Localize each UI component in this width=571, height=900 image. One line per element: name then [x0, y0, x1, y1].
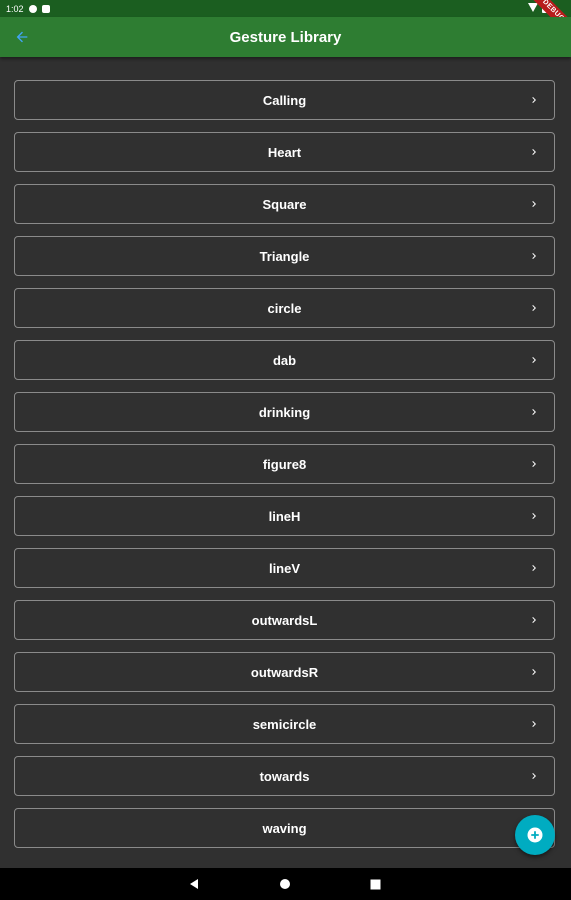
- gesture-item-label: drinking: [258, 404, 311, 420]
- chevron-right-icon: [532, 721, 536, 727]
- chevron-right-icon: [532, 201, 536, 207]
- chevron-right-icon: [532, 357, 536, 363]
- gesture-item-label: Heart: [267, 144, 302, 160]
- status-time: 1:02: [6, 3, 24, 14]
- nav-back-button[interactable]: [186, 876, 202, 892]
- wifi-icon: [528, 3, 538, 12]
- chevron-right-icon: [532, 409, 536, 415]
- nav-home-button[interactable]: [277, 876, 293, 892]
- gesture-item-heart[interactable]: Heart: [14, 132, 555, 172]
- gesture-item-outwardsl[interactable]: outwardsL: [14, 600, 555, 640]
- chevron-right-icon: [532, 617, 536, 623]
- nav-recents-icon: [370, 879, 380, 889]
- back-button[interactable]: [8, 23, 36, 51]
- gesture-item-label: lineH: [268, 508, 301, 524]
- chevron-right-icon: [532, 565, 536, 571]
- gesture-item-label: towards: [259, 768, 310, 784]
- chevron-right-icon: [532, 253, 536, 259]
- nav-recents-button[interactable]: [367, 876, 383, 892]
- app-bar: Gesture Library: [0, 17, 571, 57]
- gesture-item-label: Calling: [262, 92, 307, 108]
- gesture-item-triangle[interactable]: Triangle: [14, 236, 555, 276]
- add-gesture-fab[interactable]: [515, 815, 555, 855]
- gesture-item-label: lineV: [268, 560, 301, 576]
- notification-icon: [28, 4, 37, 13]
- gesture-item-outwardsr[interactable]: outwardsR: [14, 652, 555, 692]
- nav-back-icon: [190, 879, 198, 889]
- gesture-item-square[interactable]: Square: [14, 184, 555, 224]
- gesture-item-label: dab: [272, 352, 297, 368]
- chevron-right-icon: [532, 513, 536, 519]
- nav-home-icon: [280, 879, 290, 889]
- system-nav-bar: [0, 868, 571, 900]
- gesture-item-dab[interactable]: dab: [14, 340, 555, 380]
- gesture-item-label: Triangle: [259, 248, 310, 264]
- gesture-item-label: waving: [262, 820, 307, 836]
- arrow-back-icon: [16, 31, 28, 43]
- gesture-item-semicircle[interactable]: semicircle: [14, 704, 555, 744]
- chevron-right-icon: [532, 669, 536, 675]
- chevron-right-icon: [532, 461, 536, 467]
- chevron-right-icon: [532, 149, 536, 155]
- gesture-item-towards[interactable]: towards: [14, 756, 555, 796]
- gesture-item-drinking[interactable]: drinking: [14, 392, 555, 432]
- gesture-item-label: figure8: [262, 456, 307, 472]
- gesture-item-calling[interactable]: Calling: [14, 80, 555, 120]
- add-circle-icon: [527, 827, 543, 843]
- gesture-item-waving[interactable]: waving: [14, 808, 555, 848]
- gesture-item-circle[interactable]: circle: [14, 288, 555, 328]
- gesture-item-lineh[interactable]: lineH: [14, 496, 555, 536]
- gesture-item-label: Square: [262, 196, 307, 212]
- gesture-item-label: outwardsL: [251, 612, 318, 628]
- device-screen: 1:02 DEBUG Gesture Library Calling Heart…: [0, 0, 571, 900]
- gesture-item-label: circle: [267, 300, 302, 316]
- chevron-right-icon: [532, 305, 536, 311]
- chevron-right-icon: [532, 773, 536, 779]
- gesture-item-linev[interactable]: lineV: [14, 548, 555, 588]
- gesture-item-label: outwardsR: [250, 664, 319, 680]
- gesture-item-figure8[interactable]: figure8: [14, 444, 555, 484]
- page-title: Gesture Library: [229, 28, 342, 46]
- sd-card-icon: [41, 4, 50, 13]
- gesture-list: Calling Heart Square Triangle circle dab…: [14, 80, 555, 860]
- status-bar: 1:02 DEBUG: [0, 0, 571, 44]
- chevron-right-icon: [532, 97, 536, 103]
- gesture-item-label: semicircle: [252, 716, 317, 732]
